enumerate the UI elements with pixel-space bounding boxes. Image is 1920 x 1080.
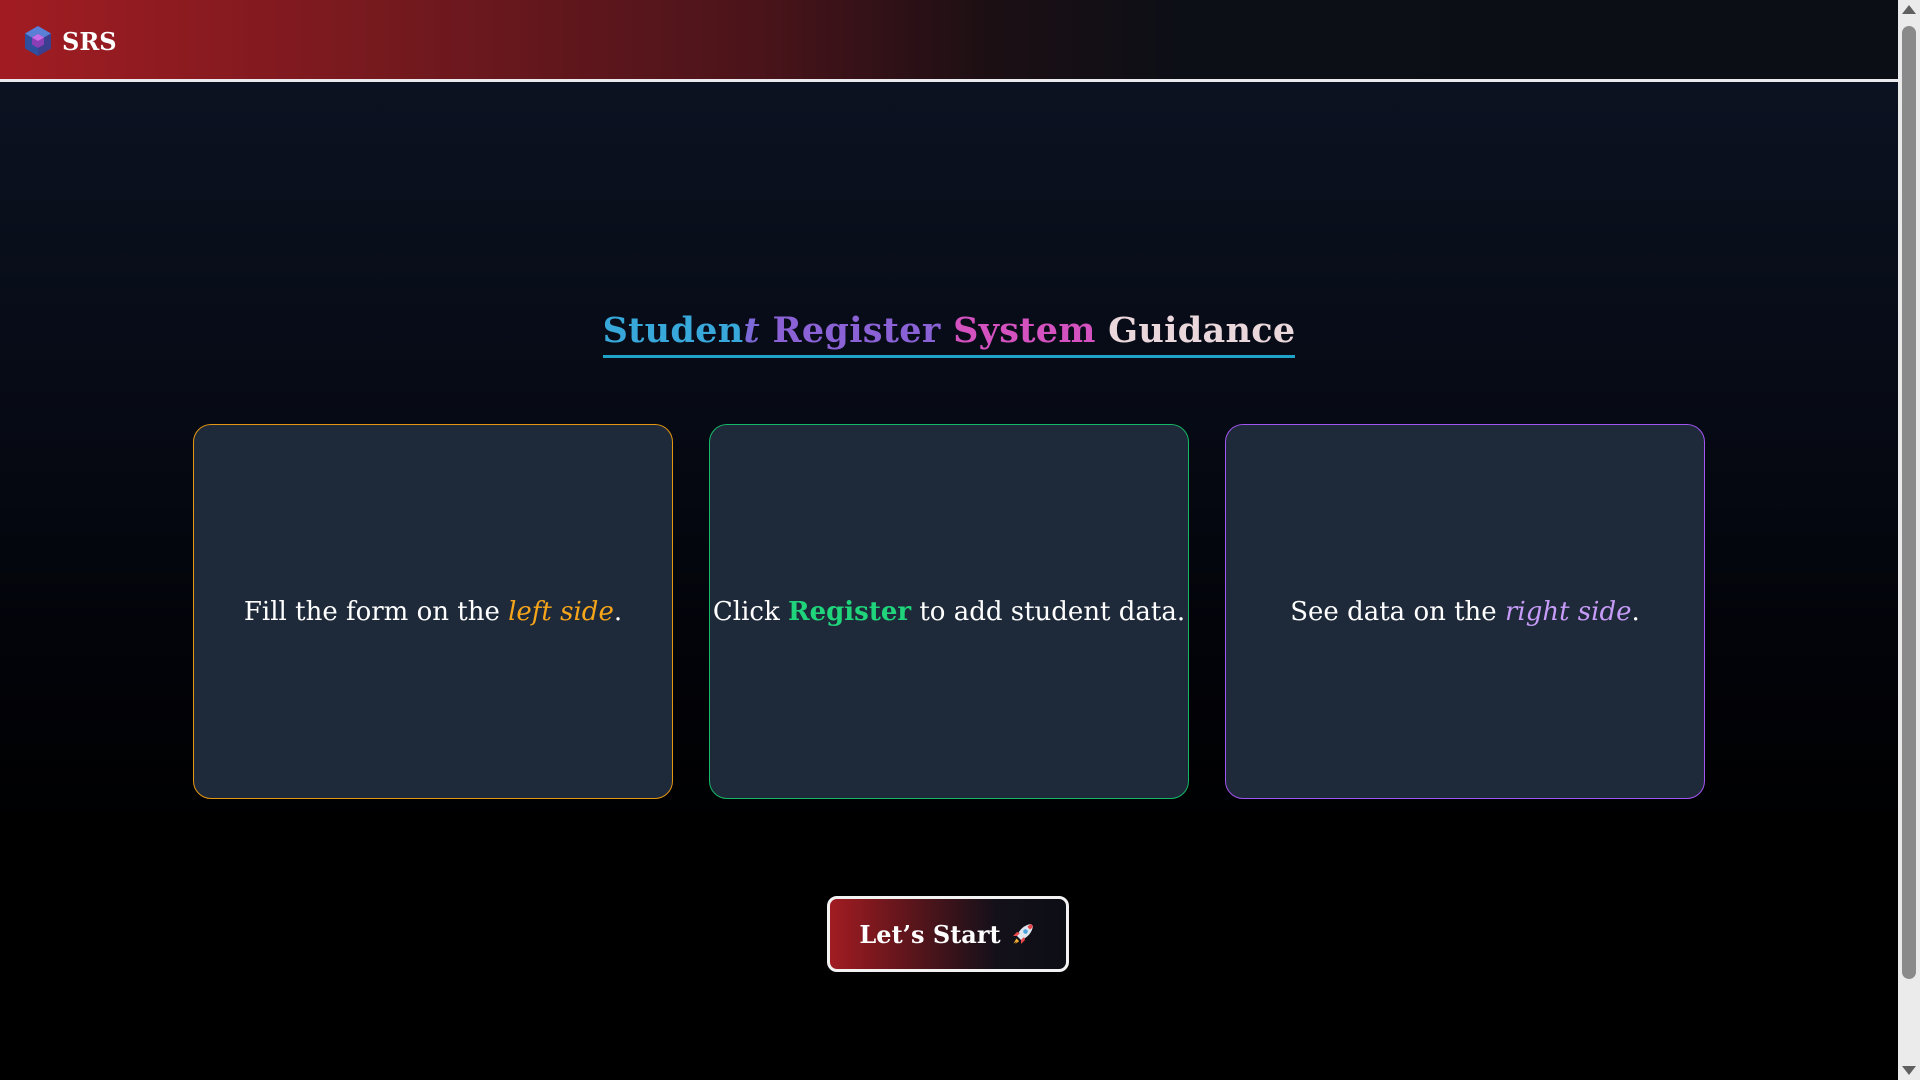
header-bar: SRS <box>0 0 1898 82</box>
title-word-register: Register <box>772 310 941 351</box>
card-text-suffix: . <box>1631 596 1640 627</box>
card-text-suffix: to add student data. <box>911 596 1186 627</box>
card-highlight: left side <box>508 596 614 627</box>
scroll-up-arrow-icon[interactable] <box>1902 5 1916 14</box>
guidance-card-see-data: See data on the right side. <box>1225 424 1705 799</box>
brand-name: SRS <box>62 26 117 56</box>
brand[interactable]: SRS <box>22 22 117 60</box>
title-word-guidance: Guidance <box>1108 310 1296 351</box>
card-text-prefix: See data on the <box>1290 596 1505 627</box>
scrollbar[interactable] <box>1898 0 1920 1080</box>
page: SRS Student Register System Guidance Fil… <box>0 0 1898 1080</box>
guidance-cards: Fill the form on the left side. Click Re… <box>193 424 1705 799</box>
card-text-suffix: . <box>613 596 623 627</box>
title-word-student: Studen <box>602 310 744 351</box>
card-text: Fill the form on the left side. <box>244 597 622 627</box>
title-wrap: Student Register System Guidance <box>0 310 1898 358</box>
card-text-prefix: Click <box>712 596 788 627</box>
cube-logo-icon <box>22 24 54 58</box>
guidance-card-register: Click Register to add student data. <box>709 424 1189 799</box>
card-highlight: right side <box>1504 596 1632 627</box>
card-text-prefix: Fill the form on the <box>243 596 509 627</box>
scroll-thumb[interactable] <box>1902 26 1916 979</box>
scroll-down-arrow-icon[interactable] <box>1902 1066 1916 1075</box>
lets-start-label: Let’s Start <box>859 919 1001 949</box>
card-text: Click Register to add student data. <box>713 597 1185 627</box>
lets-start-button[interactable]: Let’s Start <box>827 896 1069 972</box>
page-title: Student Register System Guidance <box>602 310 1296 358</box>
guidance-card-fill-form: Fill the form on the left side. <box>193 424 673 799</box>
rocket-icon <box>1009 920 1037 948</box>
title-word-system: System <box>953 310 1096 351</box>
card-highlight: Register <box>787 596 912 627</box>
card-text: See data on the right side. <box>1290 597 1640 627</box>
title-word-student-end: t <box>743 310 760 351</box>
